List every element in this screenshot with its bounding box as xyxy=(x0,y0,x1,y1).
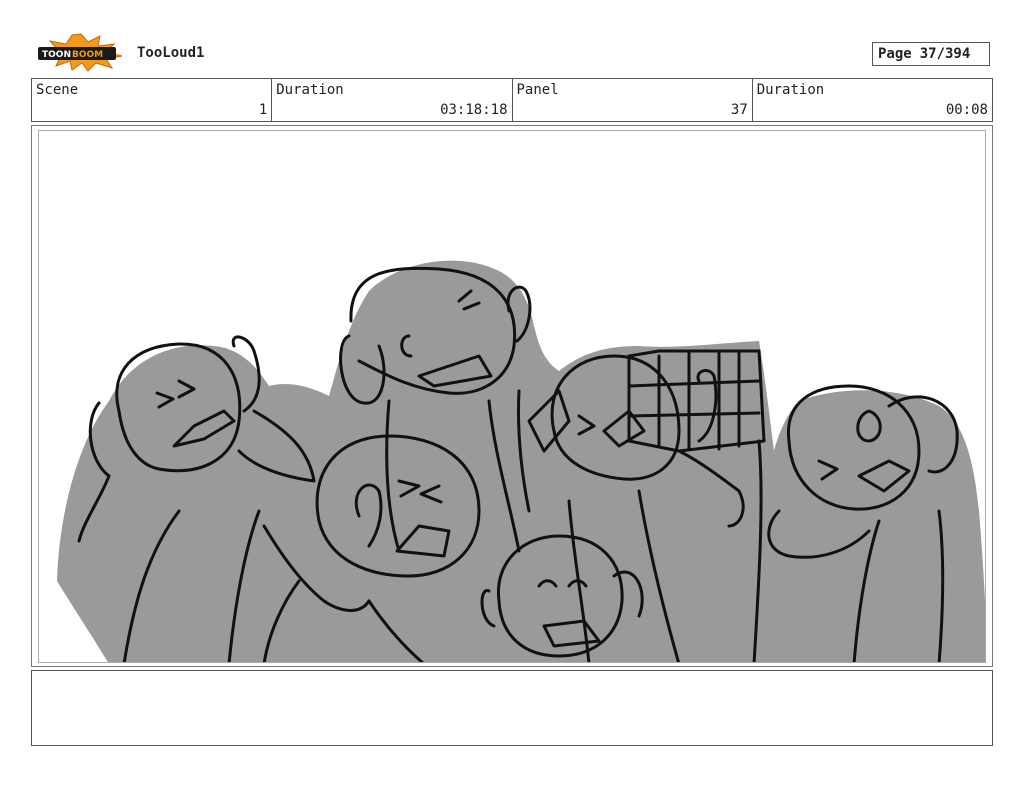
toonboom-logo-icon: TOON BOOM xyxy=(36,32,126,72)
page-indicator: Page 37/394 xyxy=(872,42,990,66)
panel-label: Panel xyxy=(516,82,559,98)
panel-duration-label: Duration xyxy=(756,82,825,98)
scene-duration-cell: Duration 03:18:18 xyxy=(272,79,513,121)
panel-notes xyxy=(31,670,993,746)
page-value: 37/394 xyxy=(919,46,971,62)
panel-info-bar: Scene 1 Duration 03:18:18 Panel 37 Durat… xyxy=(31,78,993,122)
panel-value: 37 xyxy=(730,102,748,118)
panel-cell: Panel 37 xyxy=(513,79,753,121)
storyboard-sketch xyxy=(57,260,985,662)
project-name: TooLoud1 xyxy=(137,45,205,61)
scene-cell: Scene 1 xyxy=(32,79,273,121)
scene-duration-value: 03:18:18 xyxy=(440,102,508,118)
scene-value: 1 xyxy=(258,102,268,118)
svg-text:TOON: TOON xyxy=(42,50,71,60)
svg-text:BOOM: BOOM xyxy=(72,50,103,60)
scene-label: Scene xyxy=(36,82,79,98)
scene-duration-label: Duration xyxy=(276,82,344,98)
page-label: Page xyxy=(878,46,912,62)
panel-duration-value: 00:08 xyxy=(945,102,988,118)
panel-duration-cell: Duration 00:08 xyxy=(753,79,992,121)
panel-drawing xyxy=(38,130,986,663)
